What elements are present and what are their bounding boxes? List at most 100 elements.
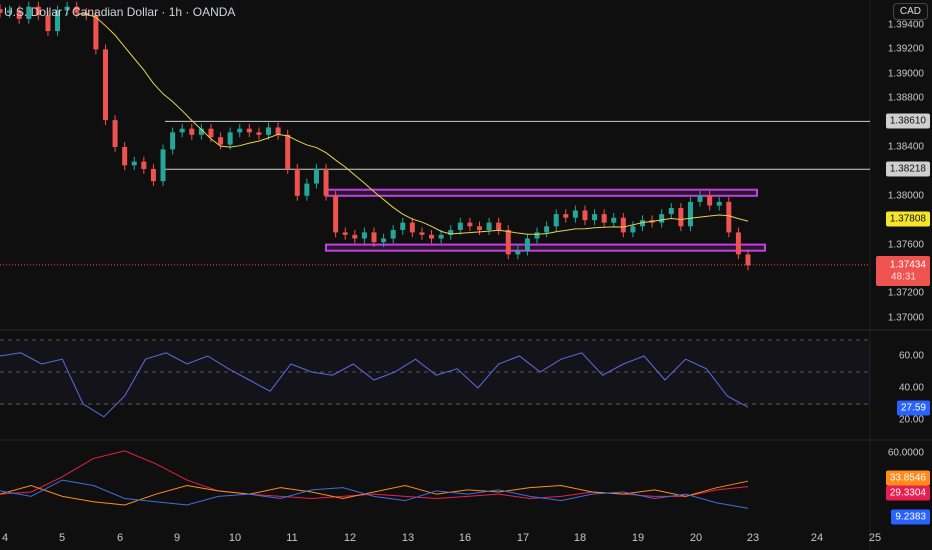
time-axis-label: 25 [868,532,882,544]
candle-body [102,49,108,121]
candle-body [572,210,578,218]
candle-body [170,132,176,150]
price-tick: 1.37000 [887,312,924,324]
candle-body [304,183,310,196]
ma-tag: 1.37808 [885,211,930,227]
plus-di-tag: 33.8546 [885,470,930,486]
symbol-title[interactable]: U.S. Dollar / Canadian Dollar · 1h · OAN… [4,5,235,19]
candle-body [524,238,530,251]
candle-body [285,134,291,169]
price-tick: 1.39200 [887,43,924,55]
price-tick: 1.38400 [887,141,924,153]
price-tick: 1.39400 [887,19,924,31]
time-axis-label: 24 [810,532,824,544]
chart-window[interactable]: U.S. Dollar / Canadian Dollar · 1h · OAN… [0,0,932,550]
candle-body [189,128,195,135]
candle-body [735,232,741,255]
candle-body [381,238,387,243]
level-tag: 1.38610 [885,113,930,129]
candle-body [208,128,214,138]
time-axis-label: 17 [516,532,530,544]
rsi-tick: 60.00 [898,350,924,362]
adx-line [0,450,749,500]
rsi-tick: 40.00 [898,382,924,394]
candle-body [515,250,521,255]
bar-countdown: 48:31 [890,271,916,283]
candle-body [400,222,406,230]
candle-body [611,217,617,223]
adx-tag: 29.3304 [885,485,930,501]
candle-body [179,128,185,133]
candle-body [476,226,482,230]
time-axis-label: 6 [116,532,124,544]
candle-body [218,137,224,145]
candle-body [429,234,435,239]
candle-body [390,229,396,239]
candle-body [131,161,137,166]
rsi-value-tag: 27.59 [896,400,930,416]
price-tick: 1.38800 [887,92,924,104]
consolidation-zone [325,243,766,252]
candle-body [237,128,243,133]
price-tick: 1.37600 [887,239,924,251]
candle-body [160,149,166,182]
candle-body [246,128,252,133]
last-price: 1.37434 [889,259,926,271]
currency-button[interactable]: CAD [892,3,928,20]
candle-body [534,232,540,239]
candle-body [582,210,588,221]
candle-body [707,195,713,206]
candle-body [553,214,559,227]
candle-body [496,222,502,230]
time-axis-label: 23 [746,532,760,544]
candle-body [620,217,626,233]
candle-body [342,232,348,235]
candle-body [467,222,473,227]
candle-body [361,232,367,239]
time-axis-label: 19 [631,532,645,544]
candle-body [726,201,732,233]
time-axis-label: 16 [458,532,472,544]
candle-body [313,168,319,184]
candle-body [93,15,99,50]
time-axis-label: 9 [173,532,181,544]
candle-body [745,254,751,266]
rsi-tick: 20.00 [898,414,924,426]
candle-body [352,234,358,239]
candle-body [256,132,262,135]
candle-body [601,214,607,223]
time-axis-label: 13 [401,532,415,544]
candle-body [563,214,569,218]
price-tick: 1.37200 [887,287,924,299]
price-tick: 1.39000 [887,68,924,80]
time-axis-label: 12 [343,532,357,544]
candle-body [112,120,118,147]
candle-body [697,195,703,202]
candle-body [668,208,674,215]
candle-body [227,132,233,145]
candle-body [122,147,128,166]
candle-body [266,127,272,135]
candle-body [333,195,339,233]
candle-body [544,226,550,233]
candle-body [0,9,3,13]
candle-body [678,208,684,227]
candle-body [323,168,329,196]
candle-body [592,214,598,221]
time-axis-label: 18 [573,532,587,544]
candle-body [505,229,511,255]
candle-body [275,127,281,135]
candle-body [294,168,300,196]
time-axis-label: 5 [58,532,66,544]
chart-canvas[interactable] [0,0,932,550]
level-tag: 1.38218 [885,161,930,177]
time-axis-label: 10 [228,532,242,544]
candle-body [630,226,636,233]
price-tick: 1.38000 [887,190,924,202]
candle-body [371,232,377,243]
moving-average-line [76,13,749,235]
candle-body [486,222,492,230]
candle-body [141,161,147,169]
candle-body [457,222,463,230]
time-axis-label: 20 [689,532,703,544]
